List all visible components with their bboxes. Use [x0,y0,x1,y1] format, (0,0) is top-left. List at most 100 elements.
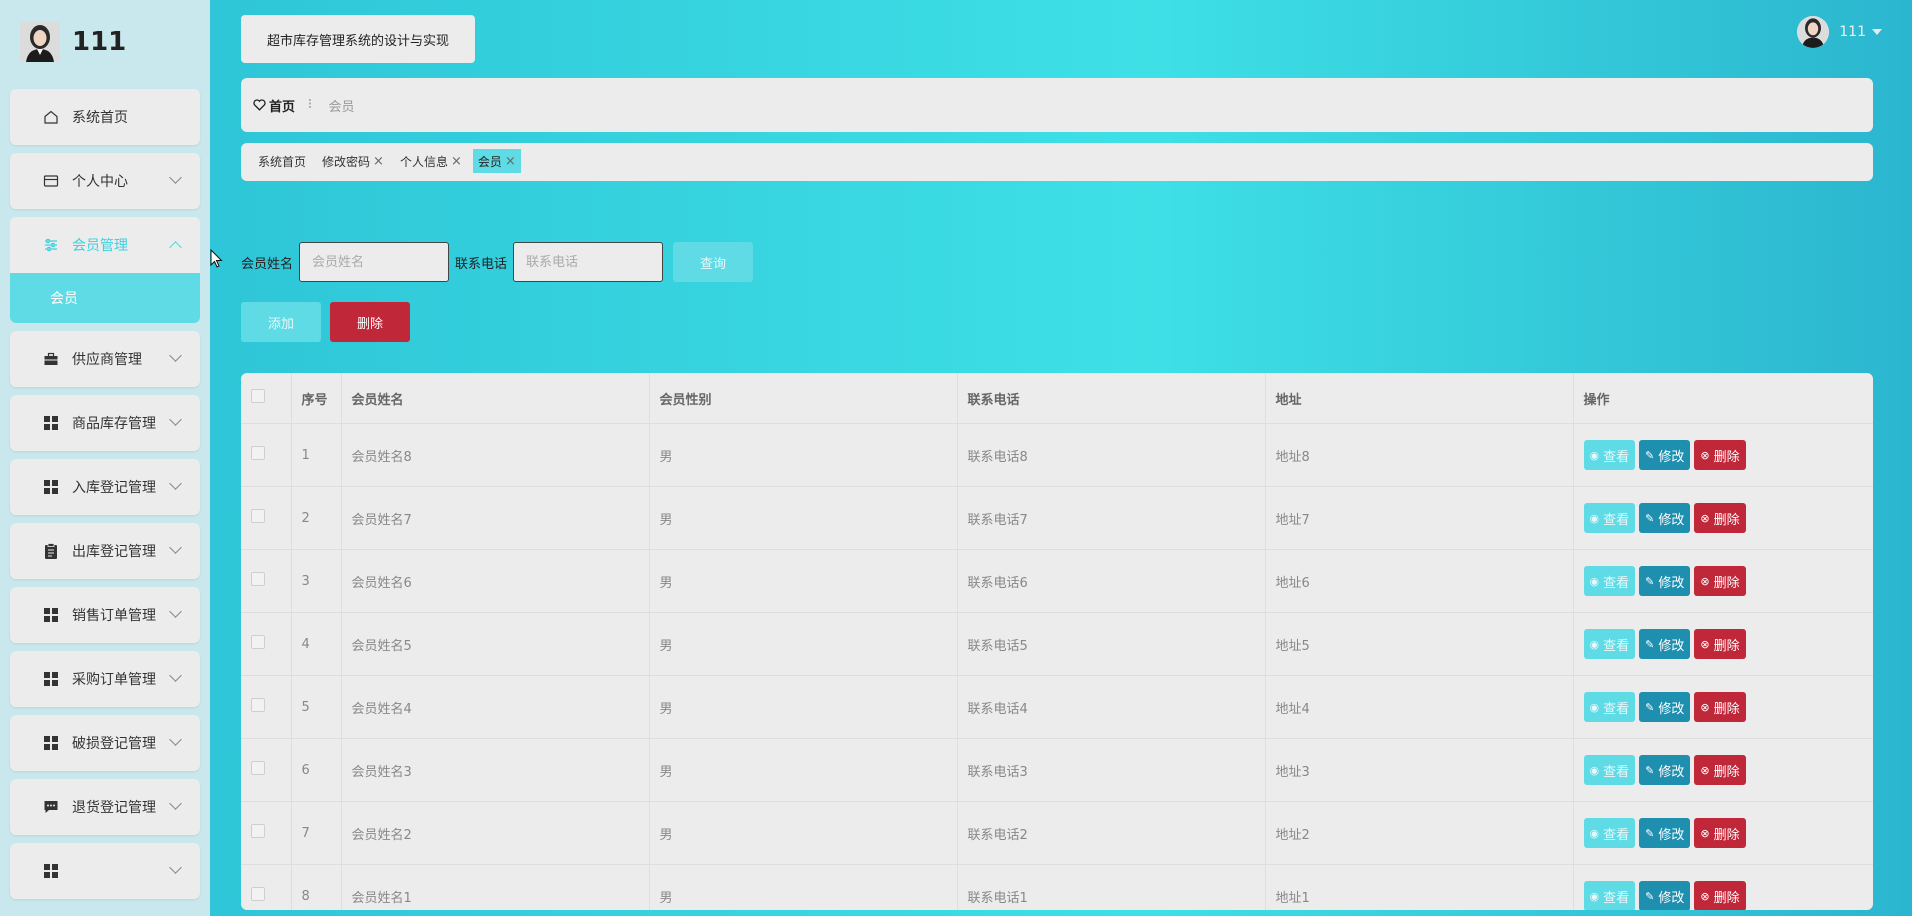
cell-phone: 联系电话2 [957,801,1266,865]
cell-phone: 联系电话4 [957,675,1266,739]
delete-button[interactable]: ⊗ 删除 [1694,692,1746,722]
cell-actions: ◉ 查看 ✎ 修改 ⊗ 删除 [1573,675,1873,739]
edit-label: 修改 [1658,512,1685,528]
row-checkbox[interactable] [251,572,265,586]
row-select-cell[interactable] [241,801,292,865]
column-header-address: 地址 [1265,373,1574,424]
sidebar-item-home[interactable]: 系统首页 [10,89,200,145]
eye-icon: ◉ [1589,889,1600,903]
add-button[interactable]: 添加 [241,302,321,342]
eye-icon: ◉ [1589,637,1600,651]
view-button[interactable]: ◉ 查看 [1583,629,1636,659]
view-button[interactable]: ◉ 查看 [1583,566,1636,596]
phone-input[interactable] [513,242,664,282]
edit-button[interactable]: ✎ 修改 [1639,440,1691,470]
row-select-cell[interactable] [241,612,292,676]
sidebar-username: 111 [72,27,127,57]
table-header-row: 序号 会员姓名 会员性别 联系电话 地址 操作 [241,373,1873,424]
cell-actions: ◉ 查看 ✎ 修改 ⊗ 删除 [1573,549,1873,613]
user-menu[interactable]: 111 [1797,16,1882,48]
view-button[interactable]: ◉ 查看 [1583,755,1636,785]
sidebar-item-member-management[interactable]: 会员管理 [10,217,200,273]
row-checkbox[interactable] [251,446,265,460]
delete-button[interactable]: ⊗ 删除 [1694,629,1746,659]
tab-label: 个人信息 [399,154,448,169]
row-checkbox[interactable] [251,824,265,838]
row-checkbox[interactable] [251,761,265,775]
sidebar-item-damage-management[interactable]: 破损登记管理 [10,715,200,771]
sidebar-item-purchase-order-management[interactable]: 采购订单管理 [10,651,200,707]
clipboard-icon [42,542,60,560]
phone-label: 联系电话 [455,256,508,272]
tab-member[interactable]: 会员 × [472,149,521,173]
row-checkbox[interactable] [251,698,265,712]
delete-button[interactable]: ⊗ 删除 [1694,881,1746,910]
column-header-no: 序号 [291,373,342,424]
view-button[interactable]: ◉ 查看 [1583,692,1636,722]
edit-button[interactable]: ✎ 修改 [1639,881,1691,910]
view-button[interactable]: ◉ 查看 [1583,503,1636,533]
tab-home[interactable]: 系统首页 [253,149,311,173]
breadcrumb-separator: ⠇ [307,97,317,113]
tab-change-password[interactable]: 修改密码 × [317,149,389,173]
chevron-down-icon [169,413,182,426]
query-button[interactable]: 查询 [673,242,754,282]
row-select-cell[interactable] [241,549,292,613]
row-select-cell[interactable] [241,423,292,487]
row-select-cell[interactable] [241,864,292,910]
sidebar-item-label: 入库登记管理 [72,480,156,496]
chevron-down-icon [169,605,182,618]
sidebar-item-inbound-management[interactable]: 入库登记管理 [10,459,200,515]
edit-button[interactable]: ✎ 修改 [1639,692,1691,722]
edit-button[interactable]: ✎ 修改 [1639,629,1691,659]
row-select-cell[interactable] [241,486,292,550]
row-checkbox[interactable] [251,635,265,649]
delete-label: 删除 [1713,575,1740,591]
delete-button[interactable]: ⊗ 删除 [1694,440,1746,470]
delete-button[interactable]: ⊗ 删除 [1694,755,1746,785]
sidebar-subitem-member[interactable]: 会员 [10,273,200,323]
delete-button[interactable]: ⊗ 删除 [1694,503,1746,533]
sidebar-item-label: 会员管理 [72,238,128,254]
sidebar-profile: 111 [20,20,126,64]
sidebar-item-sales-order-management[interactable]: 销售订单管理 [10,587,200,643]
row-checkbox[interactable] [251,509,265,523]
sidebar-item-partial[interactable] [10,843,200,899]
batch-delete-button[interactable]: 删除 [330,302,410,342]
close-icon[interactable]: × [505,154,516,169]
delete-button[interactable]: ⊗ 删除 [1694,818,1746,848]
cell-phone: 联系电话5 [957,612,1266,676]
cell-no: 4 [291,612,342,676]
view-label: 查看 [1603,512,1630,528]
close-icon[interactable]: × [373,154,384,169]
select-all-checkbox[interactable] [251,389,265,403]
member-name-input[interactable] [299,242,450,282]
view-label: 查看 [1603,575,1630,591]
edit-button[interactable]: ✎ 修改 [1639,818,1691,848]
breadcrumb-home[interactable]: 首页 [253,96,295,115]
row-select-cell[interactable] [241,675,292,739]
sidebar-item-stock-management[interactable]: 商品库存管理 [10,395,200,451]
edit-button[interactable]: ✎ 修改 [1639,755,1691,785]
sidebar: 111 系统首页 个人中心 会员管理 会员 供应商管理 商品库存管理 入库登记管… [0,0,210,916]
edit-button[interactable]: ✎ 修改 [1639,503,1691,533]
tab-personal-info[interactable]: 个人信息 × [395,149,467,173]
view-button[interactable]: ◉ 查看 [1583,818,1636,848]
edit-label: 修改 [1658,575,1685,591]
view-button[interactable]: ◉ 查看 [1583,440,1636,470]
sidebar-item-personal-center[interactable]: 个人中心 [10,153,200,209]
view-button[interactable]: ◉ 查看 [1583,881,1636,910]
close-icon[interactable]: × [451,154,462,169]
row-select-cell[interactable] [241,738,292,802]
sidebar-item-return-management[interactable]: 退货登记管理 [10,779,200,835]
delete-button[interactable]: ⊗ 删除 [1694,566,1746,596]
select-all-cell[interactable] [241,373,292,424]
sidebar-item-outbound-management[interactable]: 出库登记管理 [10,523,200,579]
sidebar-item-label: 出库登记管理 [72,544,156,560]
edit-label: 修改 [1658,701,1685,717]
cell-name: 会员姓名7 [341,486,650,550]
sidebar-item-supplier-management[interactable]: 供应商管理 [10,331,200,387]
row-checkbox[interactable] [251,887,265,901]
table-row: 5 会员姓名4 男联系电话4 地址4 ◉ 查看 ✎ 修改 ⊗ 删除 [241,675,1873,739]
edit-button[interactable]: ✎ 修改 [1639,566,1691,596]
